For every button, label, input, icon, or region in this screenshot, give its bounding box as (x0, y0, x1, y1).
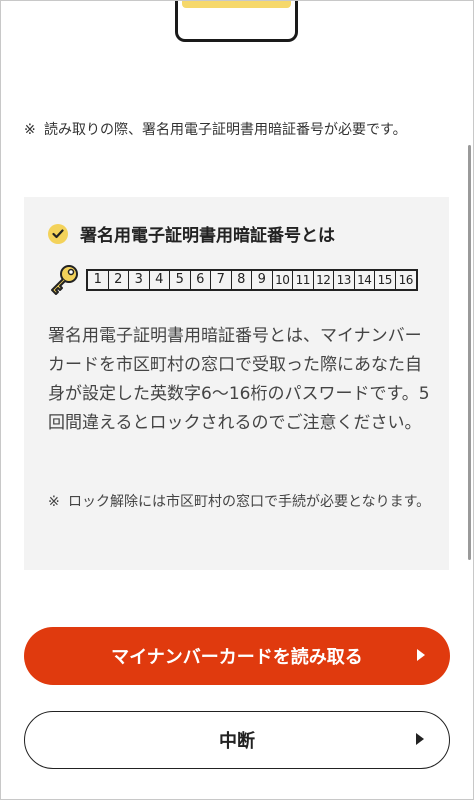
note-mark: ※ (48, 494, 60, 510)
pin-digit-box: 10 (273, 271, 293, 289)
cancel-button[interactable]: 中断 (24, 711, 450, 769)
pin-digit-box: 8 (232, 271, 252, 289)
pin-digit-box: 6 (191, 271, 211, 289)
note-mark: ※ (24, 122, 36, 138)
pin-digit-box: 1 (88, 271, 109, 289)
info-title: 署名用電子証明書用暗証番号とは (48, 221, 335, 246)
arrow-right-icon (416, 733, 424, 745)
pin-required-note: ※ 読み取りの際、署名用電子証明書用暗証番号が必要です。 (24, 118, 454, 143)
card-illustration (175, 0, 298, 42)
pin-digit-boxes: 1 2 3 4 5 6 7 8 9 10 11 12 13 14 15 16 (86, 269, 418, 291)
pin-digit-box: 4 (150, 271, 170, 289)
cancel-label: 中断 (219, 731, 255, 752)
pin-length-illustration: 1 2 3 4 5 6 7 8 9 10 11 12 13 14 15 16 (48, 263, 418, 297)
check-icon (48, 223, 68, 244)
key-icon (51, 265, 78, 295)
pin-digit-box: 15 (375, 271, 396, 289)
lock-release-note: ※ ロック解除には市区町村の窓口で手続が必要となります。 (48, 490, 433, 515)
pin-digit-box: 9 (252, 271, 273, 289)
pin-info-box: 署名用電子証明書用暗証番号とは 1 2 3 4 5 6 7 8 9 10 11 12 13 14 15 16 … (24, 197, 449, 570)
scrollbar[interactable] (468, 145, 471, 560)
info-description: 署名用電子証明書用暗証番号とは、マイナンバーカードを市区町村の窓口で受取った際に… (48, 326, 430, 433)
lock-release-text: ロック解除には市区町村の窓口で手続が必要となります。 (68, 494, 431, 510)
pin-digit-box: 3 (129, 271, 150, 289)
pin-digit-box: 2 (109, 271, 129, 289)
pin-digit-box: 11 (293, 271, 314, 289)
pin-digit-box: 7 (211, 271, 232, 289)
pin-digit-box: 16 (398, 273, 414, 287)
pin-digit-box: 5 (170, 271, 191, 289)
read-card-button[interactable]: マイナンバーカードを読み取る (24, 627, 450, 685)
pin-digit-box: 12 (314, 271, 334, 289)
read-card-label: マイナンバーカードを読み取る (111, 647, 363, 668)
arrow-right-icon (417, 649, 425, 661)
info-title-text: 署名用電子証明書用暗証番号とは (80, 226, 335, 246)
pin-digit-box: 13 (334, 271, 355, 289)
card-stripe (182, 0, 291, 8)
note-text: 読み取りの際、署名用電子証明書用暗証番号が必要です。 (44, 122, 407, 138)
pin-digit-box: 14 (355, 271, 375, 289)
